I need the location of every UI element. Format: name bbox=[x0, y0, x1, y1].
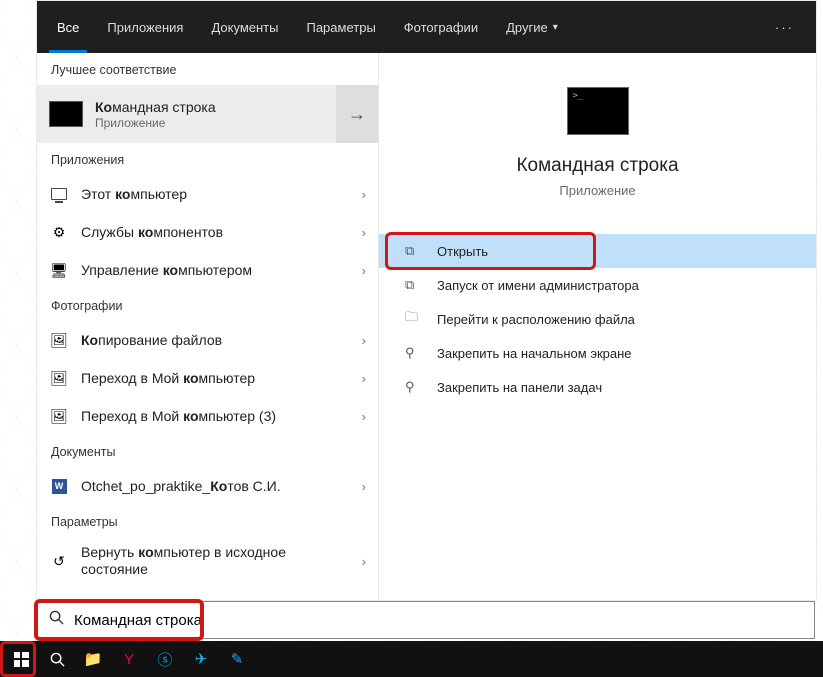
image-icon: 🖼 bbox=[49, 406, 69, 426]
taskbar: 📁 Y ⓢ ✈ ✎ bbox=[0, 641, 823, 677]
chevron-right-icon: › bbox=[362, 263, 366, 278]
image-icon: 🖼 bbox=[49, 368, 69, 388]
preview-column: Командная строка Приложение ⧉ Открыть ⧉ … bbox=[379, 53, 816, 600]
action-pin-start[interactable]: ⚲ Закрепить на начальном экране bbox=[379, 336, 816, 370]
open-icon: ⧉ bbox=[405, 243, 423, 259]
action-open[interactable]: ⧉ Открыть bbox=[379, 234, 816, 268]
reset-icon: ↺ bbox=[49, 551, 69, 571]
section-photos: Фотографии bbox=[37, 289, 378, 321]
result-copy-files[interactable]: 🖼 Копирование файлов › bbox=[37, 321, 378, 359]
search-panel: Все Приложения Документы Параметры Фотог… bbox=[36, 0, 817, 601]
result-goto-mycomputer[interactable]: 🖼 Переход в Мой компьютер › bbox=[37, 359, 378, 397]
pin-icon: ⚲ bbox=[405, 379, 423, 395]
preview-actions: ⧉ Открыть ⧉ Запуск от имени администрато… bbox=[379, 234, 816, 404]
folder-icon: 🗀 bbox=[405, 308, 423, 330]
image-icon: 🖼 bbox=[49, 330, 69, 350]
tab-apps[interactable]: Приложения bbox=[93, 1, 197, 53]
preview-subtitle: Приложение bbox=[379, 183, 816, 198]
section-best-match: Лучшее соответствие bbox=[37, 53, 378, 85]
section-documents: Документы bbox=[37, 435, 378, 467]
tab-photos[interactable]: Фотографии bbox=[390, 1, 492, 53]
preview-cmd-icon bbox=[567, 87, 629, 135]
results-column: Лучшее соответствие Командная строка При… bbox=[37, 53, 379, 600]
taskbar-skype[interactable]: ⓢ bbox=[148, 645, 182, 673]
pc-icon bbox=[49, 184, 69, 204]
best-match-title: Командная строка bbox=[95, 99, 216, 115]
chevron-down-icon: ▾ bbox=[553, 22, 558, 33]
pin-icon: ⚲ bbox=[405, 345, 423, 361]
result-goto-mycomputer-3[interactable]: 🖼 Переход в Мой компьютер (3) › bbox=[37, 397, 378, 435]
chevron-right-icon: › bbox=[362, 479, 366, 494]
admin-icon: ⧉ bbox=[405, 277, 423, 293]
chevron-right-icon: › bbox=[362, 225, 366, 240]
result-document-otchet[interactable]: W Otchet_po_praktike_Котов С.И. › bbox=[37, 467, 378, 505]
taskbar-yandex[interactable]: Y bbox=[112, 645, 146, 673]
tab-parameters[interactable]: Параметры bbox=[292, 1, 389, 53]
management-icon: 🖥 bbox=[49, 260, 69, 280]
expand-arrow-button[interactable]: → bbox=[336, 85, 378, 143]
taskbar-explorer[interactable]: 📁 bbox=[76, 645, 110, 673]
chevron-right-icon: › bbox=[362, 409, 366, 424]
chevron-right-icon: › bbox=[362, 554, 366, 569]
search-icon bbox=[49, 610, 64, 630]
word-icon: W bbox=[49, 476, 69, 496]
result-this-pc[interactable]: Этот компьютер › bbox=[37, 175, 378, 213]
start-button[interactable] bbox=[4, 645, 38, 673]
more-button[interactable]: ··· bbox=[759, 20, 810, 35]
section-params: Параметры bbox=[37, 505, 378, 537]
taskbar-search-button[interactable] bbox=[40, 645, 74, 673]
result-reset-pc[interactable]: ↺ Вернуть компьютер в исходноесостояние … bbox=[37, 537, 378, 585]
action-run-as-admin[interactable]: ⧉ Запуск от имени администратора bbox=[379, 268, 816, 302]
chevron-right-icon: › bbox=[362, 187, 366, 202]
chevron-right-icon: › bbox=[362, 333, 366, 348]
action-pin-taskbar[interactable]: ⚲ Закрепить на панели задач bbox=[379, 370, 816, 404]
tab-documents[interactable]: Документы bbox=[197, 1, 292, 53]
section-apps: Приложения bbox=[37, 143, 378, 175]
result-computer-management[interactable]: 🖥 Управление компьютером › bbox=[37, 251, 378, 289]
best-match-item[interactable]: Командная строка Приложение → bbox=[37, 85, 378, 143]
search-bar[interactable] bbox=[36, 601, 815, 639]
preview-title: Командная строка bbox=[379, 155, 816, 177]
search-input[interactable] bbox=[74, 612, 802, 629]
result-component-services[interactable]: ⚙ Службы компонентов › bbox=[37, 213, 378, 251]
best-match-subtitle: Приложение bbox=[95, 116, 216, 130]
tab-all[interactable]: Все bbox=[43, 1, 93, 53]
tab-other[interactable]: Другие▾ bbox=[492, 1, 572, 53]
services-icon: ⚙ bbox=[49, 222, 69, 242]
filter-tabs: Все Приложения Документы Параметры Фотог… bbox=[37, 1, 816, 53]
taskbar-app[interactable]: ✎ bbox=[220, 645, 254, 673]
taskbar-telegram[interactable]: ✈ bbox=[184, 645, 218, 673]
chevron-right-icon: › bbox=[362, 371, 366, 386]
cmd-icon bbox=[49, 101, 83, 127]
action-open-location[interactable]: 🗀 Перейти к расположению файла bbox=[379, 302, 816, 336]
